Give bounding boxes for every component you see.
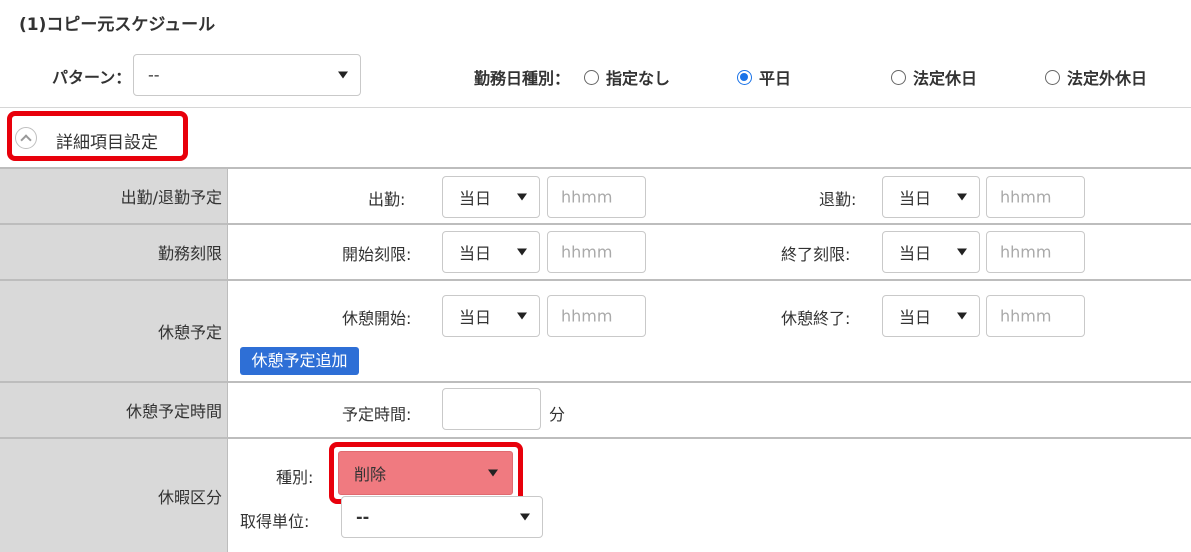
- radio-heijitsu[interactable]: 平日: [737, 65, 791, 89]
- radio-houteigai-kyujitsu[interactable]: 法定外休日: [1045, 65, 1147, 89]
- limit-end-time-input[interactable]: hhmm: [986, 231, 1085, 273]
- dropdown-arrow-icon: [517, 248, 527, 256]
- limit-end-day-select[interactable]: 当日: [882, 231, 980, 273]
- select-value: 削除: [354, 465, 387, 484]
- input-placeholder: hhmm: [561, 242, 613, 262]
- dropdown-arrow-icon: [517, 312, 527, 320]
- row-header: 出勤/退勤予定: [0, 169, 228, 223]
- leave-unit-label: 取得単位:: [240, 512, 310, 531]
- start-day-select[interactable]: 当日: [442, 176, 540, 218]
- break-start-day-select[interactable]: 当日: [442, 295, 540, 337]
- radio-label: 法定外休日: [1067, 69, 1148, 88]
- row-leave: 休暇区分: [0, 437, 1191, 552]
- minutes-unit: 分: [549, 405, 566, 424]
- row-header: 休憩予定時間: [0, 383, 228, 437]
- pattern-label: パターン：: [52, 68, 132, 87]
- row-header-label: 勤務刻限: [157, 244, 222, 263]
- leave-unit-select[interactable]: --: [341, 496, 543, 538]
- input-placeholder: hhmm: [1000, 306, 1052, 326]
- start-label: 出勤:: [368, 190, 406, 209]
- break-end-day-select[interactable]: 当日: [882, 295, 980, 337]
- detail-table: 出勤/退勤予定 勤務刻限 休憩予定 休憩予定時間 休暇区分: [0, 167, 1191, 552]
- input-placeholder: hhmm: [1000, 187, 1052, 207]
- pattern-select-value: --: [148, 65, 160, 85]
- break-time-input[interactable]: [442, 388, 541, 430]
- select-value: 当日: [459, 244, 492, 263]
- end-label: 退勤:: [819, 190, 857, 209]
- pattern-select[interactable]: --: [133, 54, 361, 96]
- row-header-label: 休暇区分: [157, 487, 222, 507]
- select-value: 当日: [899, 189, 932, 208]
- radio-circle-icon: [584, 69, 599, 85]
- input-placeholder: hhmm: [1000, 242, 1052, 262]
- leave-type-select[interactable]: 削除: [338, 451, 513, 495]
- limit-start-label: 開始刻限:: [342, 245, 412, 264]
- limit-start-time-input[interactable]: hhmm: [547, 231, 646, 273]
- select-value: 当日: [899, 244, 932, 263]
- row-header: 勤務刻限: [0, 225, 228, 279]
- leave-type-label: 種別:: [276, 468, 314, 487]
- radio-label: 平日: [759, 69, 792, 88]
- start-time-input[interactable]: hhmm: [547, 176, 646, 218]
- kinmu-type-label: 勤務日種別：: [474, 69, 571, 88]
- add-break-button[interactable]: 休憩予定追加: [240, 347, 359, 375]
- chevron-up-icon[interactable]: [15, 127, 37, 149]
- break-start-label: 休憩開始:: [342, 309, 412, 328]
- radio-circle-selected-icon: [737, 69, 752, 85]
- input-placeholder: hhmm: [561, 187, 613, 207]
- row-header-label: 休憩予定: [157, 323, 222, 342]
- radio-label: 指定なし: [606, 69, 671, 88]
- radio-shitei-nashi[interactable]: 指定なし: [584, 65, 670, 89]
- break-time-label: 予定時間:: [342, 405, 412, 424]
- dropdown-arrow-icon: [957, 193, 967, 201]
- limit-end-label: 終了刻限:: [781, 245, 851, 264]
- radio-houtei-kyujitsu[interactable]: 法定休日: [891, 65, 977, 89]
- dropdown-arrow-icon: [957, 312, 967, 320]
- end-day-select[interactable]: 当日: [882, 176, 980, 218]
- dropdown-arrow-icon: [517, 193, 527, 201]
- radio-circle-icon: [1045, 69, 1060, 85]
- radio-label: 法定休日: [913, 69, 978, 88]
- dropdown-arrow-icon: [338, 71, 348, 79]
- dropdown-arrow-icon: [520, 513, 530, 521]
- select-value: 当日: [459, 308, 492, 327]
- break-end-time-input[interactable]: hhmm: [986, 295, 1085, 337]
- end-time-input[interactable]: hhmm: [986, 176, 1085, 218]
- select-value: 当日: [899, 308, 932, 327]
- row-header: 休憩予定: [0, 281, 228, 381]
- dropdown-arrow-icon: [488, 469, 498, 477]
- row-header-label: 出勤/退勤予定: [120, 188, 222, 207]
- detail-toggle-label[interactable]: 詳細項目設定: [56, 128, 158, 153]
- select-value: 当日: [459, 189, 492, 208]
- radio-circle-icon: [891, 69, 906, 85]
- input-placeholder: hhmm: [561, 306, 613, 326]
- section-title: (1)コピー元スケジュール: [19, 15, 216, 35]
- limit-start-day-select[interactable]: 当日: [442, 231, 540, 273]
- row-header-label: 休憩予定時間: [125, 402, 222, 421]
- row-header: 休暇区分: [0, 439, 228, 552]
- break-end-label: 休憩終了:: [781, 309, 851, 328]
- row-break-time: 休憩予定時間: [0, 381, 1191, 437]
- divider: [0, 107, 1191, 108]
- dropdown-arrow-icon: [957, 248, 967, 256]
- break-start-time-input[interactable]: hhmm: [547, 295, 646, 337]
- select-value: --: [356, 507, 370, 527]
